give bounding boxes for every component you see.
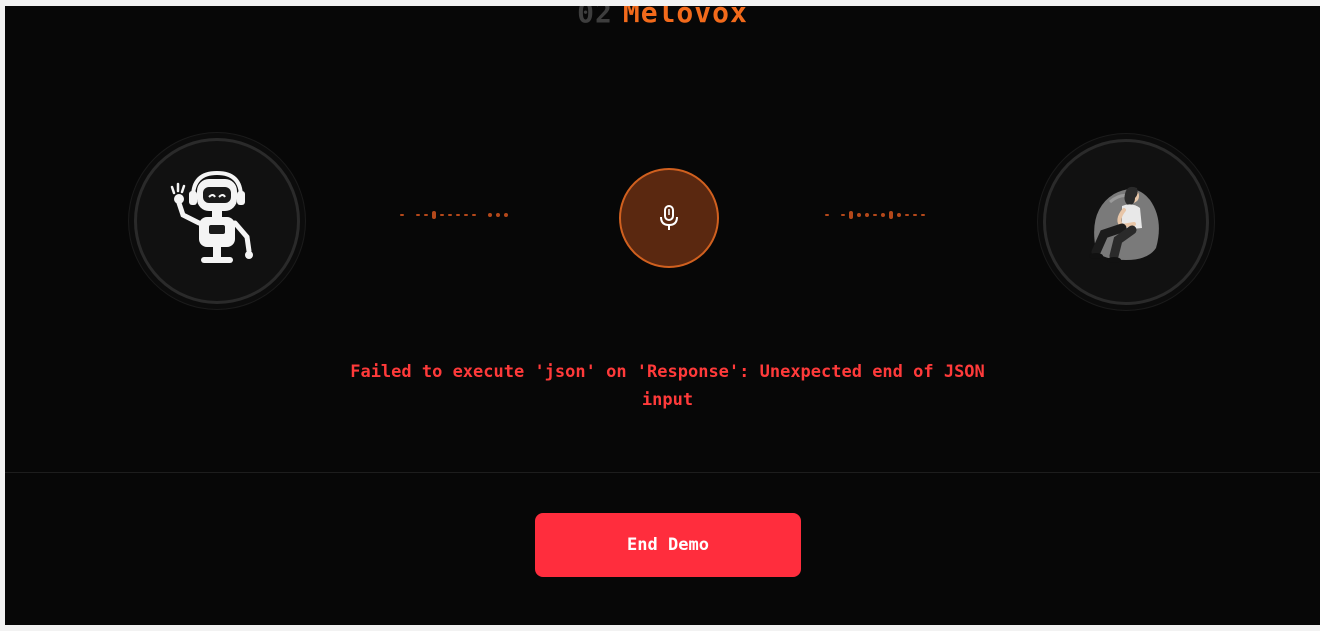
person-on-beanbag-icon bbox=[1089, 186, 1159, 263]
user-avatar bbox=[1043, 139, 1209, 305]
user-audio-waveform bbox=[825, 206, 925, 224]
demo-panel: 02 Melovox Failed to execute 'json' on '… bbox=[5, 6, 1320, 625]
agent-audio-waveform bbox=[400, 206, 508, 224]
demo-number: 02 bbox=[577, 6, 613, 29]
page-title: 02 Melovox bbox=[5, 6, 1320, 29]
microphone-icon bbox=[660, 205, 678, 230]
microphone-button[interactable] bbox=[619, 168, 719, 268]
demo-name: Melovox bbox=[622, 6, 748, 29]
end-demo-button[interactable]: End Demo bbox=[535, 513, 801, 577]
page-bottom-edge bbox=[0, 625, 1320, 631]
error-message: Failed to execute 'json' on 'Response': … bbox=[350, 362, 985, 410]
robot-with-headphones-icon bbox=[170, 171, 253, 263]
agent-avatar bbox=[134, 138, 300, 304]
footer-divider bbox=[5, 472, 1320, 473]
